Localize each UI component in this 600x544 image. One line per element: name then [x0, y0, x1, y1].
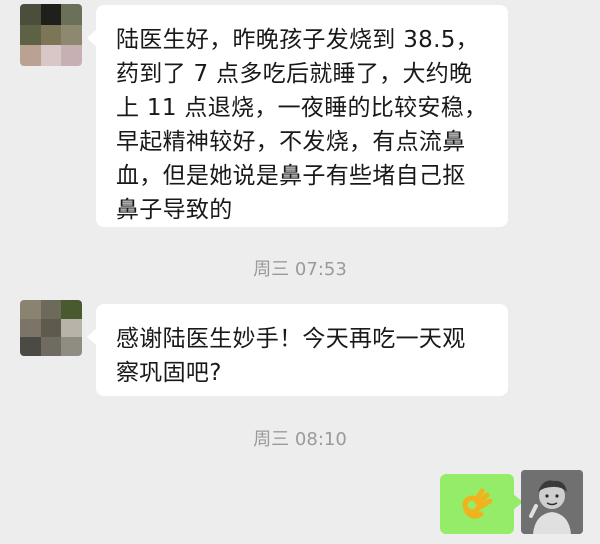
message-timestamp: 周三 07:53 [253, 259, 347, 280]
cartoon-person-icon [521, 470, 583, 534]
contact-avatar[interactable] [20, 300, 82, 356]
my-avatar[interactable] [521, 470, 583, 534]
message-timestamp: 周三 08:10 [253, 429, 347, 450]
avatar-mosaic [20, 300, 82, 356]
message-bubble[interactable]: 感谢陆医生妙手！今天再吃一天观 察巩固吧? [87, 304, 508, 396]
ok-hand-emoji-icon [462, 488, 493, 519]
avatar-mosaic [20, 4, 82, 66]
message-bubble[interactable]: 陆医生好，昨晚孩子发烧到 38.5， 药到了 7 点多吃后就睡了，大约晚 上 1… [87, 5, 508, 227]
my-message-bubble[interactable] [440, 474, 523, 534]
contact-avatar[interactable] [20, 4, 82, 66]
